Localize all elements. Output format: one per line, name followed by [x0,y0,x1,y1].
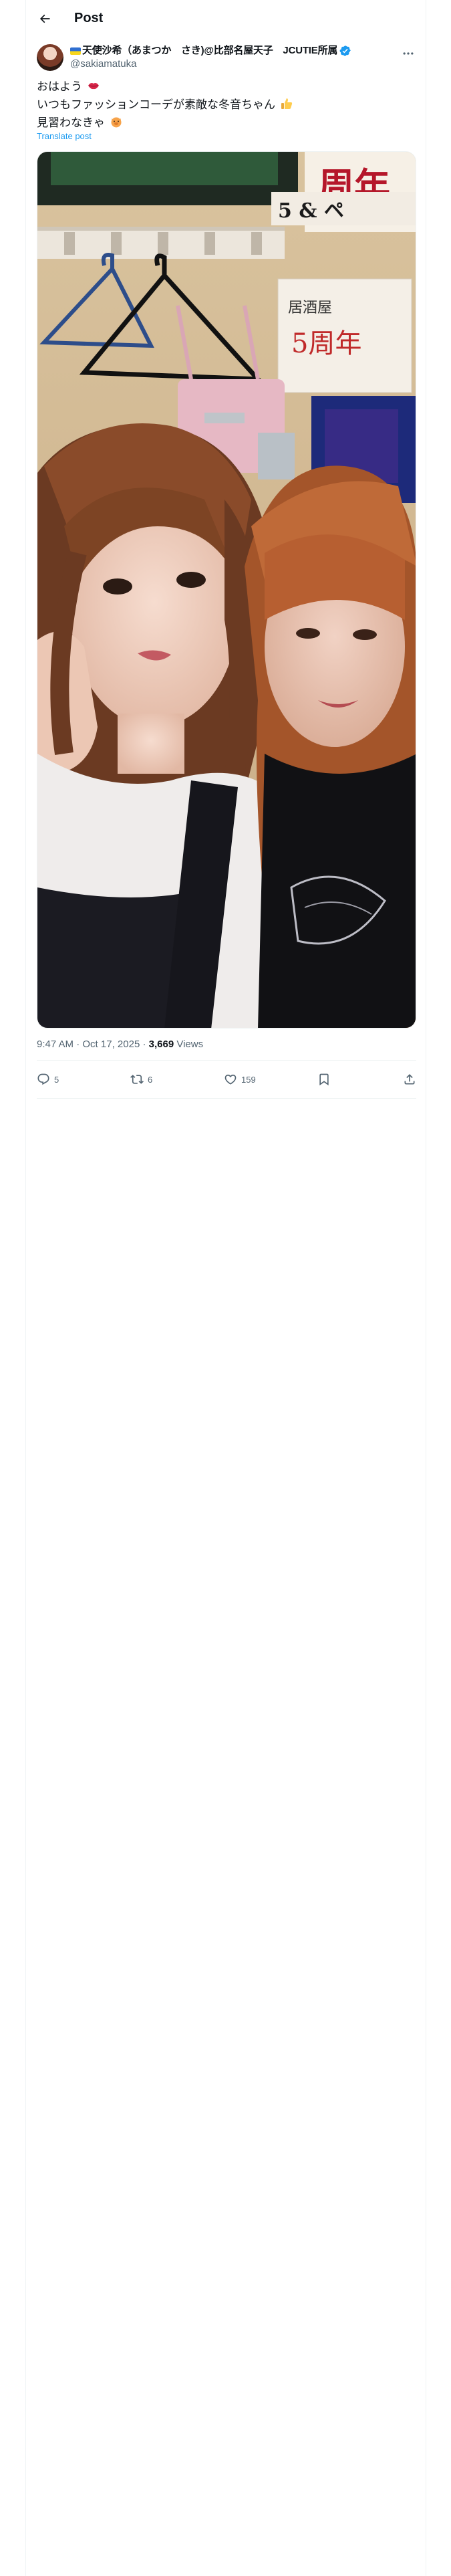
translate-post-link[interactable]: Translate post [37,131,92,142]
main-column: Post 天使沙希（あまつか さき)@比部名屋天子 JCUTIE所属 @saki… [25,0,426,2576]
photo-illustration: 周年 5 & ペ 居酒屋 5周年 [37,152,416,1028]
meta-separator: · [76,1039,80,1050]
author-display-name[interactable]: 天使沙希（あまつか さき)@比部名屋天子 JCUTIE所属 [82,44,337,58]
action-bar: 5 6 159 [37,1061,416,1098]
author-block: 天使沙希（あまつか さき)@比部名屋天子 JCUTIE所属 @sakiamatu… [70,44,391,71]
wall-card-text: 5周年 [291,328,361,359]
ukraine-flag-icon [70,47,81,55]
reply-button[interactable]: 5 [37,1061,59,1098]
tweet-line-text: いつもファッションコーデが素敵な冬音ちゃん [37,98,275,111]
divider [37,1098,416,1099]
share-icon [404,1074,415,1085]
reply-count: 5 [54,1074,59,1085]
repost-button[interactable]: 6 [130,1061,152,1098]
tweet-line: 見習わなきゃ [37,115,416,133]
share-button[interactable] [403,1061,416,1098]
tweet-text: おはよう いつもファッションコーデが素敵な冬音ちゃん 見習わなきゃ [37,79,416,133]
post-time[interactable]: 9:47 AM [37,1039,73,1050]
pig-emoji-icon [110,115,123,133]
meta-separator: · [142,1039,146,1050]
post-date[interactable]: Oct 17, 2025 [82,1039,140,1050]
reply-icon [37,1073,49,1085]
top-bar: Post [26,0,427,37]
author-name-row[interactable]: 天使沙希（あまつか さき)@比部名屋天子 JCUTIE所属 [70,44,391,58]
post-photo[interactable]: 周年 5 & ペ 居酒屋 5周年 [37,151,416,1029]
more-dots-icon [403,52,414,55]
like-count: 159 [241,1074,256,1085]
tweet-line: おはよう [37,79,416,97]
bookmark-icon [319,1073,329,1086]
repost-count: 6 [148,1074,153,1085]
lips-emoji-icon [87,79,100,97]
post-meta: 9:47 AM · Oct 17, 2025 · 3,669 Views [37,1038,203,1051]
heart-icon [224,1074,237,1085]
tweet-line-text: 見習わなきゃ [37,116,105,129]
like-button[interactable]: 159 [224,1061,256,1098]
avatar[interactable] [37,44,63,71]
author-handle[interactable]: @sakiamatuka [70,58,391,71]
views-count: 3,669 [148,1039,174,1050]
wall-sign-text: 5 & ペ [278,199,344,223]
views-label: Views [176,1039,204,1050]
tweet-line: いつもファッションコーデが素敵な冬音ちゃん [37,97,416,115]
tweet-line-text: おはよう [37,80,82,93]
page-title: Post [74,11,104,25]
bookmark-button[interactable] [317,1061,331,1098]
arrow-left-icon [39,14,50,23]
thumbs-up-emoji-icon [280,97,293,115]
wall-card-text: 居酒屋 [288,300,332,316]
more-options-button[interactable] [398,43,419,64]
verified-badge-icon[interactable] [339,45,351,57]
repost-icon [130,1075,144,1084]
back-button[interactable] [33,7,57,31]
